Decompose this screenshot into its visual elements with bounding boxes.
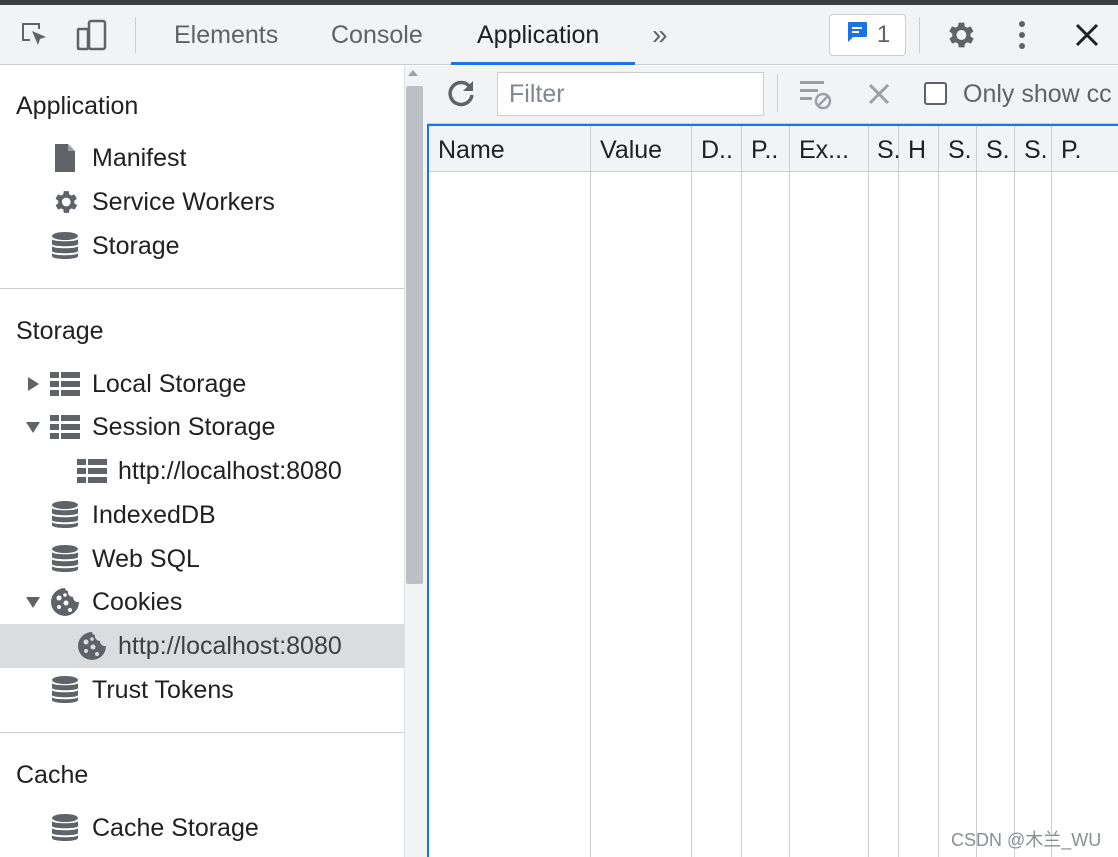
sidebar-item-label: Service Workers [92,188,275,216]
toolbar-separator [777,74,778,112]
table-icon [77,456,107,486]
expand-arrow-icon[interactable] [24,375,42,393]
collapse-arrow-icon[interactable] [24,593,42,611]
kebab-menu-icon[interactable] [1004,17,1040,53]
column-divider[interactable] [1051,126,1052,857]
column-divider[interactable] [590,126,591,857]
column-divider[interactable] [789,126,790,857]
sidebar-item-label: IndexedDB [92,501,216,529]
sidebar-item-manifest[interactable]: Manifest [0,136,404,180]
section-title-cache: Cache [16,761,89,789]
column-divider[interactable] [938,126,939,857]
column-header-domain[interactable]: D.. [701,136,733,165]
database-icon [50,813,80,843]
tab-elements[interactable]: Elements [174,5,278,65]
section-divider [0,288,404,289]
sidebar-item-label: Cache Storage [92,814,259,842]
column-header-priority[interactable]: P. [1061,136,1081,165]
database-icon [50,544,80,574]
application-sidebar: Application Manifest Service Workers Sto… [0,66,404,857]
sidebar-item-label: Manifest [92,144,187,172]
sidebar-item-label: Storage [92,232,180,260]
column-header-value[interactable]: Value [600,136,662,165]
column-header-name[interactable]: Name [438,136,505,165]
column-header-size[interactable]: S. [877,136,901,165]
sidebar-item-session-storage-origin[interactable]: http://localhost:8080 [0,449,404,493]
sidebar-item-label: http://localhost:8080 [118,457,342,485]
device-toggle-icon[interactable] [74,17,110,53]
tab-application[interactable]: Application [477,5,599,65]
more-tabs-icon[interactable]: » [652,5,668,65]
table-icon [50,369,80,399]
cookie-icon [50,587,80,617]
sidebar-item-cookies[interactable]: Cookies [0,580,404,624]
sidebar-item-label: Session Storage [92,413,276,441]
cookies-panel: Only show cc Name Value D.. P.. Ex... S.… [427,66,1118,857]
cookies-table: Name Value D.. P.. Ex... S. H S. S. S. P… [427,124,1118,857]
column-header-sameparty[interactable]: S. [1024,136,1048,165]
cookies-toolbar: Only show cc [427,66,1118,124]
column-divider[interactable] [898,126,899,857]
only-show-label: Only show cc [963,80,1112,108]
filter-input[interactable] [497,72,764,116]
sidebar-item-label: Cookies [92,588,183,616]
sidebar-item-web-sql[interactable]: Web SQL [0,537,404,581]
only-show-checkbox[interactable] [924,82,947,105]
column-divider[interactable] [691,126,692,857]
scroll-up-arrow-icon[interactable] [408,70,418,76]
sidebar-item-cookies-origin[interactable]: http://localhost:8080 [0,624,404,668]
sidebar-item-local-storage[interactable]: Local Storage [0,362,404,406]
file-icon [50,143,80,173]
section-divider [0,732,404,733]
tab-console[interactable]: Console [331,5,423,65]
close-icon[interactable] [1069,17,1105,53]
active-tab-indicator [451,62,635,65]
sidebar-item-cache-storage[interactable]: Cache Storage [0,806,404,850]
column-header-samesite[interactable]: S. [986,136,1010,165]
toolbar-separator [135,17,136,53]
gear-icon[interactable] [942,17,978,53]
clear-filtered-icon[interactable] [798,76,834,112]
clear-all-icon[interactable] [861,76,897,112]
message-icon [845,20,869,51]
sidebar-item-storage[interactable]: Storage [0,224,404,268]
gear-icon [50,187,80,217]
column-divider[interactable] [976,126,977,857]
cookie-icon [77,631,107,661]
sidebar-scroll-thumb[interactable] [406,86,423,584]
sidebar-item-label: http://localhost:8080 [118,632,342,660]
devtools-toolbar: Elements Console Application » 1 [0,5,1118,65]
sidebar-item-indexeddb[interactable]: IndexedDB [0,493,404,537]
column-divider[interactable] [741,126,742,857]
sidebar-item-session-storage[interactable]: Session Storage [0,405,404,449]
column-header-secure[interactable]: S. [948,136,972,165]
column-header-httponly[interactable]: H [908,136,926,165]
toolbar-separator [919,17,920,53]
collapse-arrow-icon[interactable] [24,418,42,436]
sidebar-item-service-workers[interactable]: Service Workers [0,180,404,224]
sidebar-item-trust-tokens[interactable]: Trust Tokens [0,668,404,712]
refresh-icon[interactable] [443,76,479,112]
column-header-expires[interactable]: Ex... [799,136,849,165]
database-icon [50,675,80,705]
table-icon [50,412,80,442]
sidebar-item-label: Local Storage [92,370,247,398]
column-header-path[interactable]: P.. [751,136,778,165]
watermark: CSDN @木兰_WU [951,830,1102,850]
section-title-application: Application [16,92,139,120]
database-icon [50,231,80,261]
column-divider[interactable] [868,126,869,857]
issues-count: 1 [876,21,891,48]
issues-button[interactable]: 1 [829,14,906,56]
database-icon [50,500,80,530]
inspect-icon[interactable] [16,17,52,53]
column-divider[interactable] [1014,126,1015,857]
sidebar-item-label: Web SQL [92,545,200,573]
section-title-storage: Storage [16,317,104,345]
sidebar-item-label: Trust Tokens [92,676,234,704]
